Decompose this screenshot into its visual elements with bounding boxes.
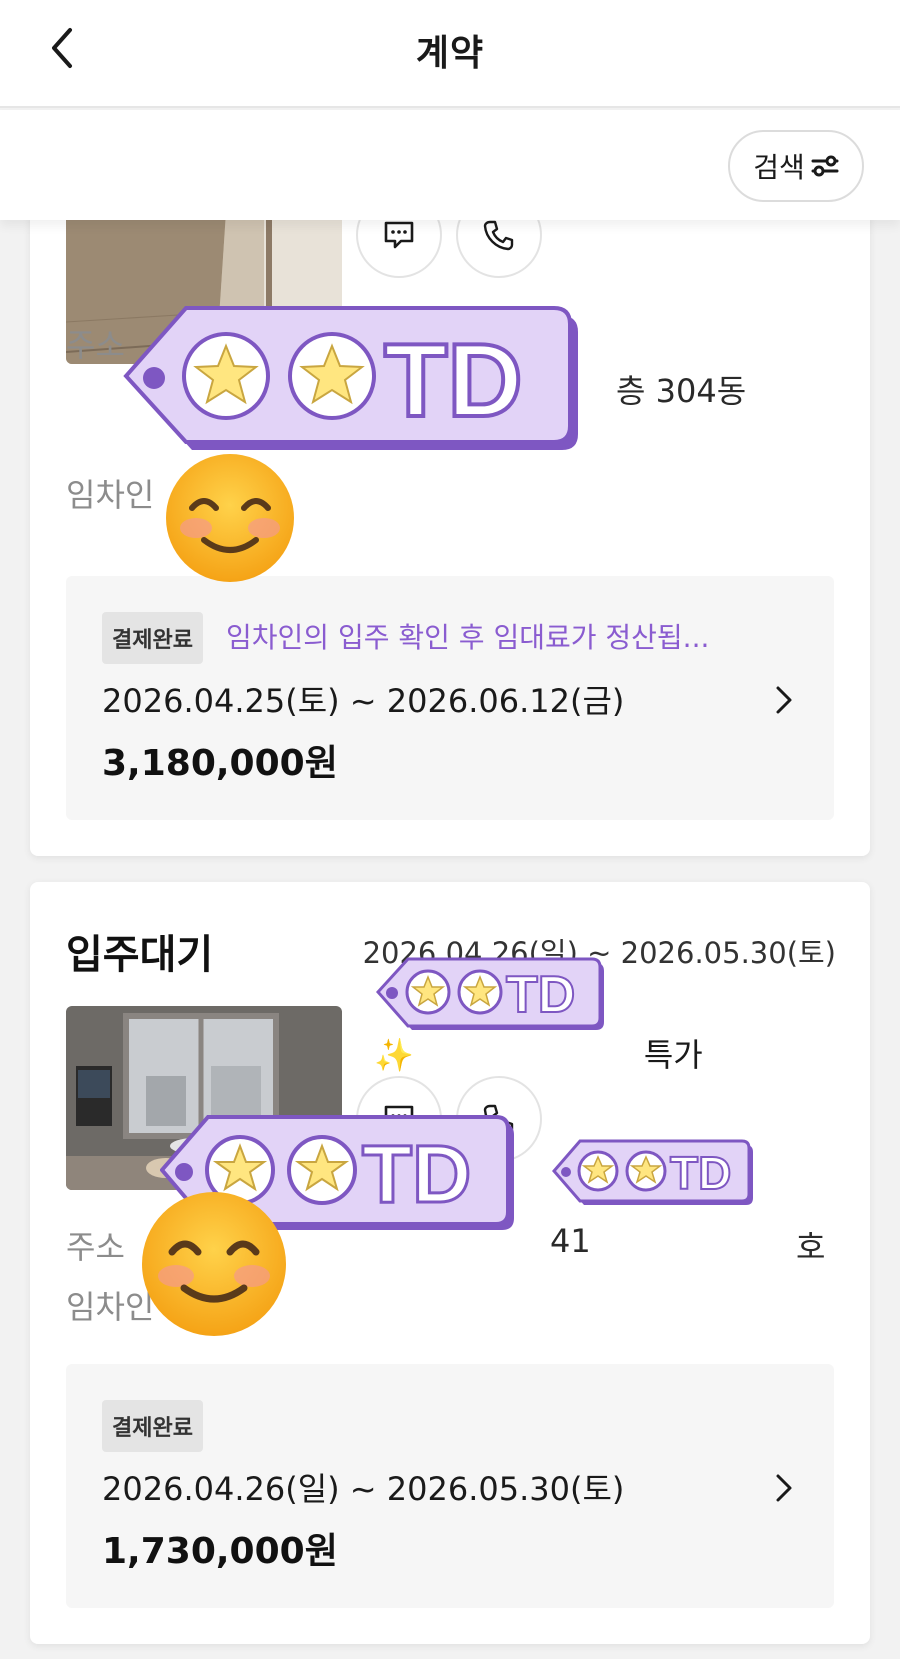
sticker-text: TD — [384, 323, 523, 439]
privacy-sticker: TD — [552, 1139, 753, 1205]
payment-summary[interactable]: 결제완료 2026.04.26(일) ~ 2026.05.30(토) 1,730… — [66, 1364, 834, 1608]
sticker-text: TD — [670, 1147, 731, 1199]
search-button-label: 검색 — [753, 151, 805, 184]
payment-status-badge: 결제완료 — [102, 612, 203, 664]
contract-period: 2026.04.25(토) ~ 2026.06.12(금) — [102, 682, 625, 720]
contract-amount: 1,730,000원 — [102, 1531, 338, 1572]
search-button[interactable]: 검색 — [728, 130, 864, 202]
address-value: 층 304동 — [616, 372, 747, 410]
sticker-text: TD — [362, 1129, 471, 1220]
sparkles-icon: ✨ — [374, 1036, 414, 1074]
settlement-note: 임차인의 입주 확인 후 임대료가 정산됩... — [226, 621, 710, 654]
phone-icon — [483, 220, 514, 251]
tenant-label: 임차인 — [66, 476, 155, 514]
contracts-screen: 계약 검색 주소 층 304동 임차인 결제완료 임차인의 입주 확인 후 임대… — [0, 0, 900, 1659]
page-title: 계약 — [415, 33, 485, 74]
chevron-right-icon — [776, 686, 792, 714]
address-label: 주소 — [66, 326, 125, 364]
smiling-face-icon — [166, 454, 294, 582]
address-label: 주소 — [66, 1228, 125, 1266]
contract-card[interactable]: 주소 층 304동 임차인 결제완료 임차인의 입주 확인 후 임대료가 정산됩… — [30, 150, 870, 856]
sticker-text: TD — [506, 966, 575, 1024]
filter-bar: 검색 — [0, 110, 900, 220]
address-fragment: 41 — [550, 1222, 591, 1260]
listing-title-suffix: 특가 — [643, 1036, 703, 1074]
payment-summary[interactable]: 결제완료 임차인의 입주 확인 후 임대료가 정산됩... 2026.04.25… — [66, 576, 834, 820]
contract-status: 입주대기 — [66, 932, 214, 978]
chat-bubble-icon — [384, 221, 414, 249]
contract-period: 2026.04.26(일) ~ 2026.05.30(토) — [102, 1470, 625, 1508]
smiling-face-icon — [142, 1192, 286, 1336]
filter-slider-icon — [811, 155, 839, 177]
address-unit-suffix: 호 — [796, 1228, 826, 1266]
chevron-right-icon — [776, 1474, 792, 1502]
privacy-sticker: TD — [123, 306, 578, 450]
contract-amount: 3,180,000원 — [102, 743, 338, 784]
top-app-bar: 계약 — [0, 0, 900, 108]
payment-status-badge: 결제완료 — [102, 1400, 203, 1452]
listing-title: ✨ 특가 — [374, 1030, 703, 1076]
privacy-sticker: TD — [376, 957, 604, 1030]
